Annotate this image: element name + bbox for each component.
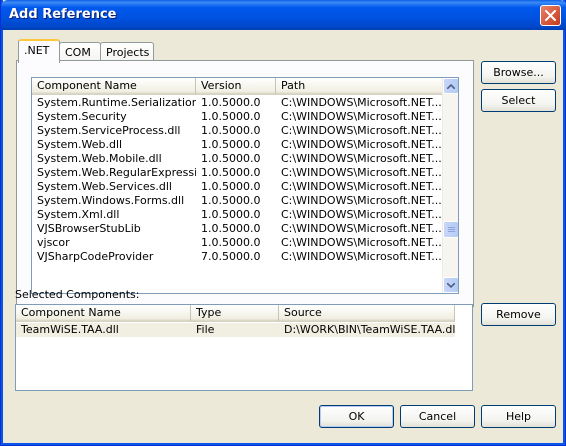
list-cell: C:\WINDOWS\Microsoft.NET... xyxy=(281,180,442,193)
list-cell: vjscor xyxy=(37,236,70,249)
window-title: Add Reference xyxy=(9,7,117,22)
list-cell: C:\WINDOWS\Microsoft.NET... xyxy=(281,110,442,123)
tab-dotnet[interactable]: .NET xyxy=(18,39,60,63)
list-cell: System.Xml.dll xyxy=(37,208,120,221)
list-item[interactable]: System.Windows.Forms.dll 1.0.5000.0 C:\WIN… xyxy=(32,194,444,208)
components-list[interactable]: Component Name Version Path System.Runti… xyxy=(31,77,459,294)
chevron-down-icon xyxy=(447,282,455,288)
list-cell: C:\WINDOWS\Microsoft.NET... xyxy=(281,124,442,137)
list-item[interactable]: System.Web.Mobile.dll 1.0.5000.0 C:\WINDOW… xyxy=(32,152,444,166)
list-cell: 1.0.5000.0 xyxy=(201,222,261,235)
list-item[interactable]: System.Web.dll 1.0.5000.0 C:\WINDOWS\Micro… xyxy=(32,138,444,152)
cancel-button[interactable]: Cancel xyxy=(400,405,475,428)
list-cell: 1.0.5000.0 xyxy=(201,236,261,249)
tab-panel-dotnet: Component Name Version Path System.Runti… xyxy=(16,60,474,307)
list-cell: File xyxy=(196,323,215,336)
tab-label: .NET xyxy=(24,44,50,57)
selected-components-label: Selected Components: xyxy=(15,288,140,301)
list-cell: 1.0.5000.0 xyxy=(201,110,261,123)
list-item[interactable]: System.Runtime.Serialization.... 1.0.5000… xyxy=(32,96,444,110)
column-header-component-name[interactable]: Component Name xyxy=(16,305,191,322)
list-cell: VJSharpCodeProvider xyxy=(37,250,154,263)
list-cell: 7.0.5000.0 xyxy=(201,250,261,263)
list-cell: TeamWiSE.TAA.dll xyxy=(21,323,119,336)
list-cell: 1.0.5000.0 xyxy=(201,166,261,179)
list-header: Component Name Version Path xyxy=(32,78,444,95)
list-cell: System.ServiceProcess.dll xyxy=(37,124,181,137)
list-cell: C:\WINDOWS\Microsoft.NET... xyxy=(281,222,442,235)
list-item[interactable]: System.ServiceProcess.dll 1.0.5000.0 C:\WI… xyxy=(32,124,444,138)
list-header: Component Name Type Source xyxy=(16,305,455,322)
column-header-type[interactable]: Type xyxy=(191,305,279,322)
list-cell: System.Web.RegularExpressi... xyxy=(37,166,196,179)
scroll-down-button[interactable] xyxy=(443,277,458,293)
list-item[interactable]: VJSBrowserStubLib 1.0.5000.0 C:\WINDOWS\Mi… xyxy=(32,222,444,236)
selected-list-item[interactable]: TeamWiSE.TAA.dll File D:\WORK\BIN\TeamWiSE… xyxy=(16,323,455,337)
dialog-body: .NET COM Projects Component Name Version… xyxy=(4,30,564,443)
components-scrollbar[interactable] xyxy=(442,78,458,293)
list-cell: 1.0.5000.0 xyxy=(201,208,261,221)
scroll-thumb[interactable] xyxy=(443,221,458,238)
scroll-up-button[interactable] xyxy=(443,78,458,94)
list-cell: 1.0.5000.0 xyxy=(201,194,261,207)
selected-components-list[interactable]: Component Name Type Source TeamWiSE.TAA.… xyxy=(15,304,473,391)
list-cell: VJSBrowserStubLib xyxy=(37,222,141,235)
list-cell: System.Runtime.Serialization.... xyxy=(37,96,196,109)
list-item[interactable]: vjscor 1.0.5000.0 C:\WINDOWS\Microsoft.NET… xyxy=(32,236,444,250)
close-icon xyxy=(545,10,556,21)
chevron-up-icon xyxy=(447,83,455,89)
list-cell: C:\WINDOWS\Microsoft.NET... xyxy=(281,250,442,263)
column-header-version[interactable]: Version xyxy=(196,78,276,95)
list-cell: System.Web.Mobile.dll xyxy=(37,152,162,165)
list-cell: 1.0.5000.0 xyxy=(201,96,261,109)
help-button[interactable]: Help xyxy=(481,405,556,428)
list-cell: System.Web.dll xyxy=(37,138,123,151)
list-cell: 1.0.5000.0 xyxy=(201,180,261,193)
list-item[interactable]: System.Web.Services.dll 1.0.5000.0 C:\WIND… xyxy=(32,180,444,194)
list-cell: D:\WORK\BIN\TeamWiSE.TAA.dll xyxy=(284,323,455,336)
list-cell: C:\WINDOWS\Microsoft.NET... xyxy=(281,96,442,109)
browse-button[interactable]: Browse... xyxy=(481,61,556,84)
list-cell: 1.0.5000.0 xyxy=(201,124,261,137)
tab-label: COM xyxy=(65,46,91,59)
list-item[interactable]: System.Security 1.0.5000.0 C:\WINDOWS\Micr… xyxy=(32,110,444,124)
list-cell: C:\WINDOWS\Microsoft.NET... xyxy=(281,194,442,207)
close-button[interactable] xyxy=(540,5,561,26)
list-cell: 1.0.5000.0 xyxy=(201,138,261,151)
tab-label: Projects xyxy=(106,46,150,59)
list-cell: System.Security xyxy=(37,110,127,123)
list-cell: C:\WINDOWS\Microsoft.NET... xyxy=(281,138,442,151)
column-header-path[interactable]: Path xyxy=(276,78,444,95)
list-cell: System.Windows.Forms.dll xyxy=(37,194,185,207)
add-reference-dialog: Add Reference .NET COM Projects Componen… xyxy=(0,0,566,446)
list-item[interactable]: VJSharpCodeProvider 7.0.5000.0 C:\WINDOWS\… xyxy=(32,250,444,264)
list-cell: 1.0.5000.0 xyxy=(201,152,261,165)
list-cell: C:\WINDOWS\Microsoft.NET... xyxy=(281,208,442,221)
list-cell: System.Web.Services.dll xyxy=(37,180,172,193)
ok-button[interactable]: OK xyxy=(319,405,394,428)
column-header-source[interactable]: Source xyxy=(279,305,455,322)
list-item[interactable]: System.Xml.dll 1.0.5000.0 C:\WINDOWS\Micro… xyxy=(32,208,444,222)
list-item[interactable]: System.Web.RegularExpressi... 1.0.5000.0 C… xyxy=(32,166,444,180)
list-cell: C:\WINDOWS\Microsoft.NET... xyxy=(281,152,442,165)
title-bar[interactable]: Add Reference xyxy=(1,0,566,30)
list-cell: C:\WINDOWS\Microsoft.NET... xyxy=(281,166,442,179)
remove-button[interactable]: Remove xyxy=(481,303,556,326)
list-cell: C:\WINDOWS\Microsoft.NET... xyxy=(281,236,442,249)
column-header-component-name[interactable]: Component Name xyxy=(32,78,196,95)
select-button[interactable]: Select xyxy=(481,89,556,112)
